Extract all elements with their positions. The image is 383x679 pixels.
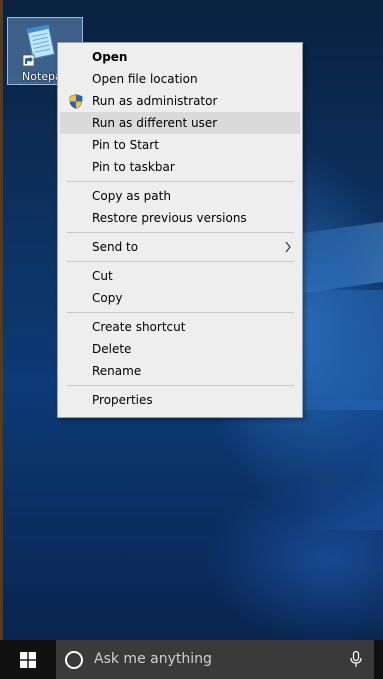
desktop-left-edge <box>0 0 3 640</box>
menu-item-copy-as-path[interactable]: Copy as path <box>60 185 300 207</box>
menu-item-create-shortcut[interactable]: Create shortcut <box>60 316 300 338</box>
menu-separator <box>67 261 294 262</box>
menu-item-pin-to-taskbar[interactable]: Pin to taskbar <box>60 156 300 178</box>
search-placeholder: Ask me anything <box>94 651 212 667</box>
search-box[interactable]: Ask me anything <box>56 640 374 679</box>
menu-separator <box>67 232 294 233</box>
menu-item-rename[interactable]: Rename <box>60 360 300 382</box>
uac-shield-icon <box>69 94 83 109</box>
menu-item-delete[interactable]: Delete <box>60 338 300 360</box>
submenu-arrow-icon <box>285 241 291 253</box>
menu-item-label: Send to <box>92 240 139 254</box>
menu-separator <box>67 181 294 182</box>
menu-item-send-to[interactable]: Send to <box>60 236 300 258</box>
menu-item-restore-previous-versions[interactable]: Restore previous versions <box>60 207 300 229</box>
menu-separator <box>67 312 294 313</box>
start-button[interactable] <box>0 640 56 679</box>
notepad-shortcut-icon <box>22 24 56 67</box>
menu-item-open[interactable]: Open <box>60 46 300 68</box>
menu-item-copy[interactable]: Copy <box>60 287 300 309</box>
menu-item-label: Run as administrator <box>92 94 218 108</box>
cortana-circle-icon <box>65 651 83 669</box>
menu-item-cut[interactable]: Cut <box>60 265 300 287</box>
taskbar: Ask me anything <box>0 640 383 679</box>
windows-logo-icon <box>20 652 36 668</box>
microphone-icon[interactable] <box>350 651 362 668</box>
desktop-icon-label: Notepa <box>22 70 62 83</box>
menu-item-properties[interactable]: Properties <box>60 389 300 411</box>
menu-item-run-as-administrator[interactable]: Run as administrator <box>60 90 300 112</box>
menu-item-pin-to-start[interactable]: Pin to Start <box>60 134 300 156</box>
menu-separator <box>67 385 294 386</box>
menu-item-open-file-location[interactable]: Open file location <box>60 68 300 90</box>
context-menu: Open Open file location Run as administr… <box>57 42 303 418</box>
wallpaper-light-beam <box>300 400 383 530</box>
menu-item-run-as-different-user[interactable]: Run as different user <box>60 112 300 134</box>
